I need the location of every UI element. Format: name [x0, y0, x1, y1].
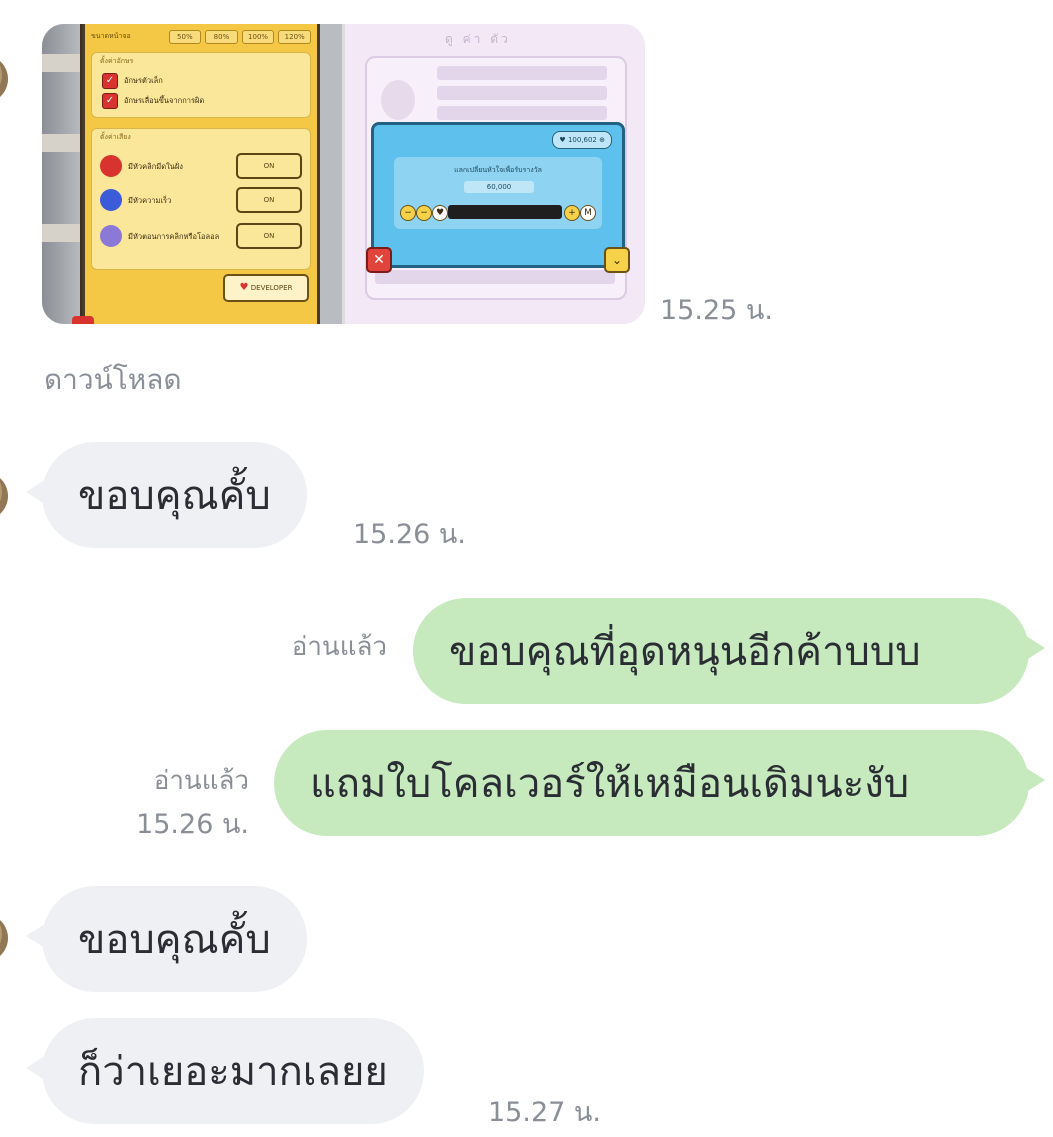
checkbox-row: ✓ อักษรตัวเล็ก: [102, 73, 163, 89]
max-icon: M: [580, 205, 596, 221]
heart-icon: [100, 155, 122, 177]
background-stripe: [42, 54, 80, 72]
bubble-tail: [26, 1054, 48, 1082]
minus-icon: −: [400, 205, 416, 221]
message-timestamp: 15.27 น.: [488, 1097, 601, 1128]
faded-title: ดู ค่า ตัว: [445, 32, 511, 46]
check-icon: ✓: [102, 93, 118, 109]
checkbox-label: อักษรตัวเล็ก: [124, 76, 163, 85]
exchange-dialog: ♥ 100,602 ⊕ แลกเปลี่ยนหัวใจเพื่อรับรางวั…: [366, 122, 630, 273]
screenshot-settings-pane: ขนาดหน้าจอ 50% 80% 100% 120% ตั้งค่าอักษ…: [42, 24, 342, 324]
section-title: ตั้งค่าอักษร: [100, 57, 134, 65]
minus-icon: −: [416, 205, 432, 221]
exchange-amount: 60,000: [464, 181, 534, 193]
person-icon: [381, 80, 415, 120]
sound-settings-box: ตั้งค่าเสียง มีหัวคลิกมีดในฝั่ง ON มีหัว…: [91, 128, 311, 270]
clock-icon: [100, 189, 122, 211]
bubble-tail: [1023, 766, 1045, 794]
heart-icon: ♥: [432, 205, 448, 221]
message-timestamp: 15.26 น.: [353, 519, 466, 550]
option-label: มีหัวความเร็ว: [128, 196, 172, 205]
exchange-message: แลกเปลี่ยนหัวใจเพื่อรับรางวัล: [454, 166, 542, 174]
message-text: ก็ว่าเยอะมากเลยย: [78, 1049, 388, 1095]
bubble-tail: [1023, 634, 1045, 662]
faded-bar: [437, 106, 607, 120]
checkbox-label: อักษรเลื่อนขึ้นจากการผิด: [124, 96, 205, 105]
checkbox-row: ✓ อักษรเลื่อนขึ้นจากการผิด: [102, 93, 204, 109]
faded-bar: [437, 86, 607, 100]
option-row: มีหัวคลิกมีดในฝั่ง ON: [100, 151, 302, 181]
read-receipt: อ่านแล้ว: [153, 766, 249, 796]
chat-bubble-icon: [100, 225, 122, 247]
faded-bar: [375, 270, 615, 284]
faded-bar: [437, 66, 607, 80]
background-stripe: [42, 224, 80, 242]
counter-value: 100,602: [567, 136, 597, 144]
bubble-tail: [26, 478, 48, 506]
chevron-down-icon: ⌄: [604, 247, 630, 273]
message-timestamp: 15.26 น.: [136, 809, 249, 840]
settings-panel: ขนาดหน้าจอ 50% 80% 100% 120% ตั้งค่าอักษ…: [82, 24, 320, 324]
read-receipt: อ่านแล้ว: [291, 632, 387, 662]
option-row: มีหัวตอนการคลิกหรือโอลอล ON: [100, 221, 302, 251]
screenshot-exchange-pane: ดู ค่า ตัว ♥ 100,602 ⊕ แลกเปลี่ยนหัวใจเพ…: [345, 24, 645, 324]
heart-counter: ♥ 100,602 ⊕: [552, 131, 612, 149]
message-timestamp: 15.25 น.: [660, 295, 773, 326]
option-row: มีหัวความเร็ว ON: [100, 185, 302, 215]
heart-icon: ♥: [559, 136, 566, 144]
percent-label: ขนาดหน้าจอ: [91, 32, 131, 40]
developer-button-label: DEVELOPER: [250, 284, 293, 292]
option-button: ON: [236, 187, 302, 213]
outgoing-message-bubble[interactable]: แถมใบโคลเวอร์ให้เหมือนเดิมนะงับ: [274, 730, 1045, 836]
percent-chip: 100%: [241, 30, 275, 44]
incoming-message-bubble[interactable]: ขอบคุณคั้บ: [26, 886, 307, 992]
message-text: ขอบคุณคั้บ: [78, 917, 271, 963]
message-text: ขอบคุณที่อุดหนุนอีกค้าบบบ: [449, 629, 921, 675]
amount-slider: [448, 205, 562, 219]
download-link[interactable]: ดาวน์โหลด: [44, 358, 182, 402]
percent-chip: 80%: [205, 30, 238, 44]
option-label: มีหัวคลิกมีดในฝั่ง: [128, 162, 183, 171]
background-stripe: [42, 134, 80, 152]
heart-icon: ♥: [239, 282, 249, 293]
outgoing-message-bubble[interactable]: ขอบคุณที่อุดหนุนอีกค้าบบบ: [413, 598, 1045, 704]
chat-screen: ขนาดหน้าจอ 50% 80% 100% 120% ตั้งค่าอักษ…: [0, 0, 1053, 1137]
close-icon: [72, 316, 94, 324]
font-settings-box: ตั้งค่าอักษร ✓ อักษรตัวเล็ก ✓ อักษรเลื่อ…: [91, 52, 311, 118]
option-button: ON: [236, 153, 302, 179]
percent-chip: 50%: [168, 30, 202, 44]
incoming-message-bubble[interactable]: ขอบคุณคั้บ: [26, 442, 307, 548]
sender-avatar[interactable]: [0, 472, 8, 520]
percent-row: ขนาดหน้าจอ 50% 80% 100% 120%: [91, 30, 311, 44]
plus-icon: ⊕: [599, 136, 605, 144]
option-label: มีหัวตอนการคลิกหรือโอลอล: [128, 232, 220, 241]
developer-button: ♥ DEVELOPER: [223, 274, 309, 302]
sender-avatar[interactable]: [0, 914, 8, 962]
close-icon: ✕: [366, 247, 392, 273]
message-text: แถมใบโคลเวอร์ให้เหมือนเดิมนะงับ: [310, 761, 910, 807]
section-title: ตั้งค่าเสียง: [100, 133, 131, 141]
option-button: ON: [236, 223, 302, 249]
exchange-inner: แลกเปลี่ยนหัวใจเพื่อรับรางวัล 60,000 − −…: [394, 157, 602, 229]
shared-image-message[interactable]: ขนาดหน้าจอ 50% 80% 100% 120% ตั้งค่าอักษ…: [42, 24, 645, 324]
incoming-message-bubble[interactable]: ก็ว่าเยอะมากเลยย: [26, 1018, 424, 1124]
check-icon: ✓: [102, 73, 118, 89]
sender-avatar[interactable]: [0, 55, 8, 103]
percent-chip: 120%: [278, 30, 311, 44]
plus-icon: +: [564, 205, 580, 221]
bubble-tail: [26, 922, 48, 950]
message-text: ขอบคุณคั้บ: [78, 473, 271, 519]
